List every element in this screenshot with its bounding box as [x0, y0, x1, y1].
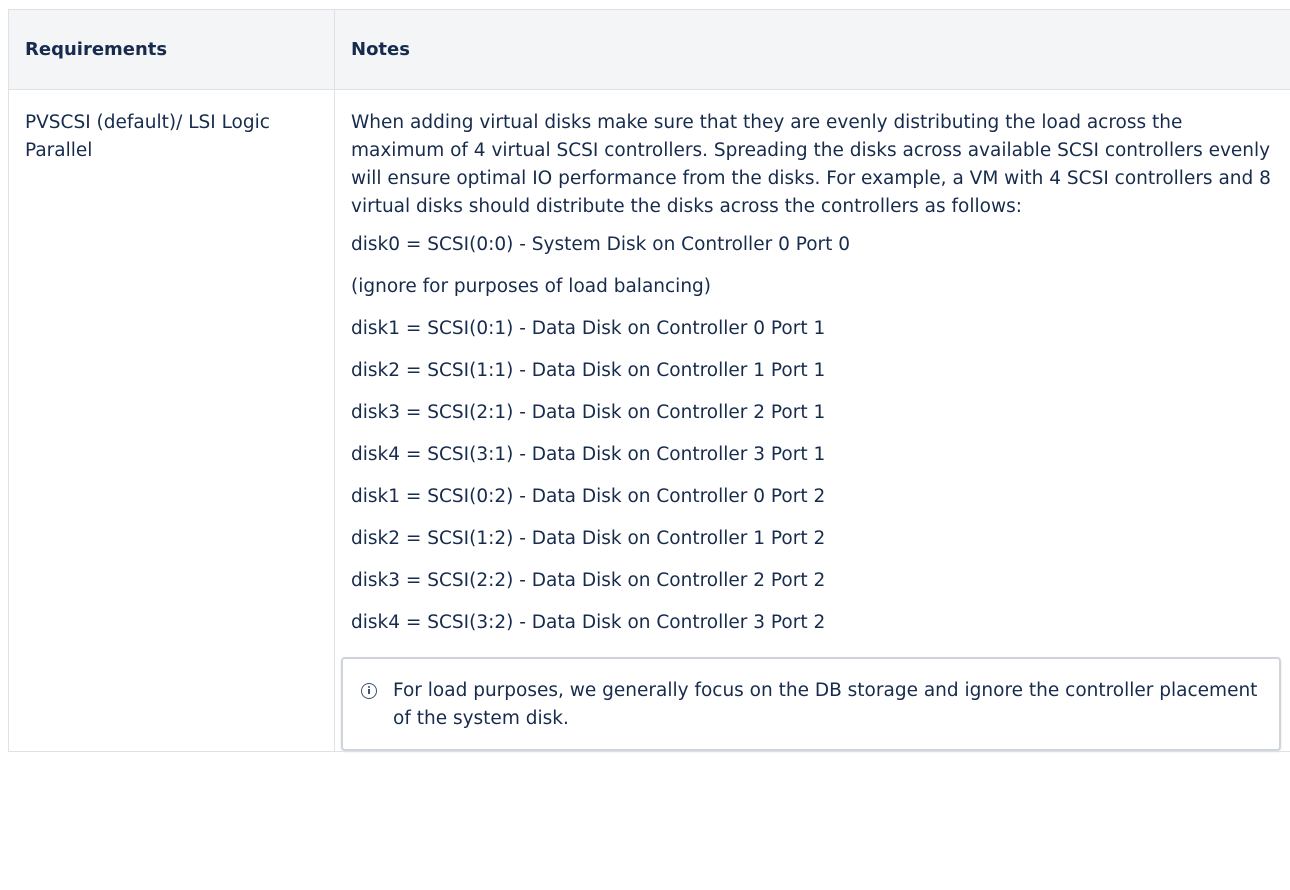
- disk-line: disk1 = SCSI(0:2) - Data Disk on Control…: [351, 486, 826, 507]
- disk-line: disk3 = SCSI(2:1) - Data Disk on Control…: [351, 402, 826, 423]
- table-row: PVSCSI (default)/ LSI Logic Parallel Whe…: [8, 89, 1290, 752]
- requirement-text: PVSCSI (default)/ LSI Logic Parallel: [25, 112, 270, 161]
- disk-line: disk4 = SCSI(3:2) - Data Disk on Control…: [351, 612, 826, 633]
- header-requirements: Requirements: [8, 9, 335, 90]
- requirement-cell: PVSCSI (default)/ LSI Logic Parallel: [8, 89, 335, 752]
- notes-intro: When adding virtual disks make sure that…: [351, 112, 1271, 217]
- notes-cell: When adding virtual disks make sure that…: [334, 89, 1290, 752]
- info-icon: [361, 683, 377, 699]
- disk-line: (ignore for purposes of load balancing): [351, 276, 712, 297]
- requirements-table: Requirements Notes PVSCSI (default)/ LSI…: [8, 9, 1290, 752]
- disk-line: disk4 = SCSI(3:1) - Data Disk on Control…: [351, 444, 826, 465]
- disk-line: disk3 = SCSI(2:2) - Data Disk on Control…: [351, 570, 826, 591]
- info-panel: For load purposes, we generally focus on…: [341, 657, 1281, 751]
- disk-line: disk2 = SCSI(1:1) - Data Disk on Control…: [351, 360, 826, 381]
- info-panel-text: For load purposes, we generally focus on…: [393, 680, 1258, 729]
- requirements-table-container: Requirements Notes PVSCSI (default)/ LSI…: [8, 9, 1290, 890]
- disk-line: disk1 = SCSI(0:1) - Data Disk on Control…: [351, 318, 826, 339]
- disk-line: disk2 = SCSI(1:2) - Data Disk on Control…: [351, 528, 826, 549]
- disk-line: disk0 = SCSI(0:0) - System Disk on Contr…: [351, 234, 851, 255]
- header-notes: Notes: [334, 9, 1290, 90]
- table-header-row: Requirements Notes: [8, 9, 1290, 90]
